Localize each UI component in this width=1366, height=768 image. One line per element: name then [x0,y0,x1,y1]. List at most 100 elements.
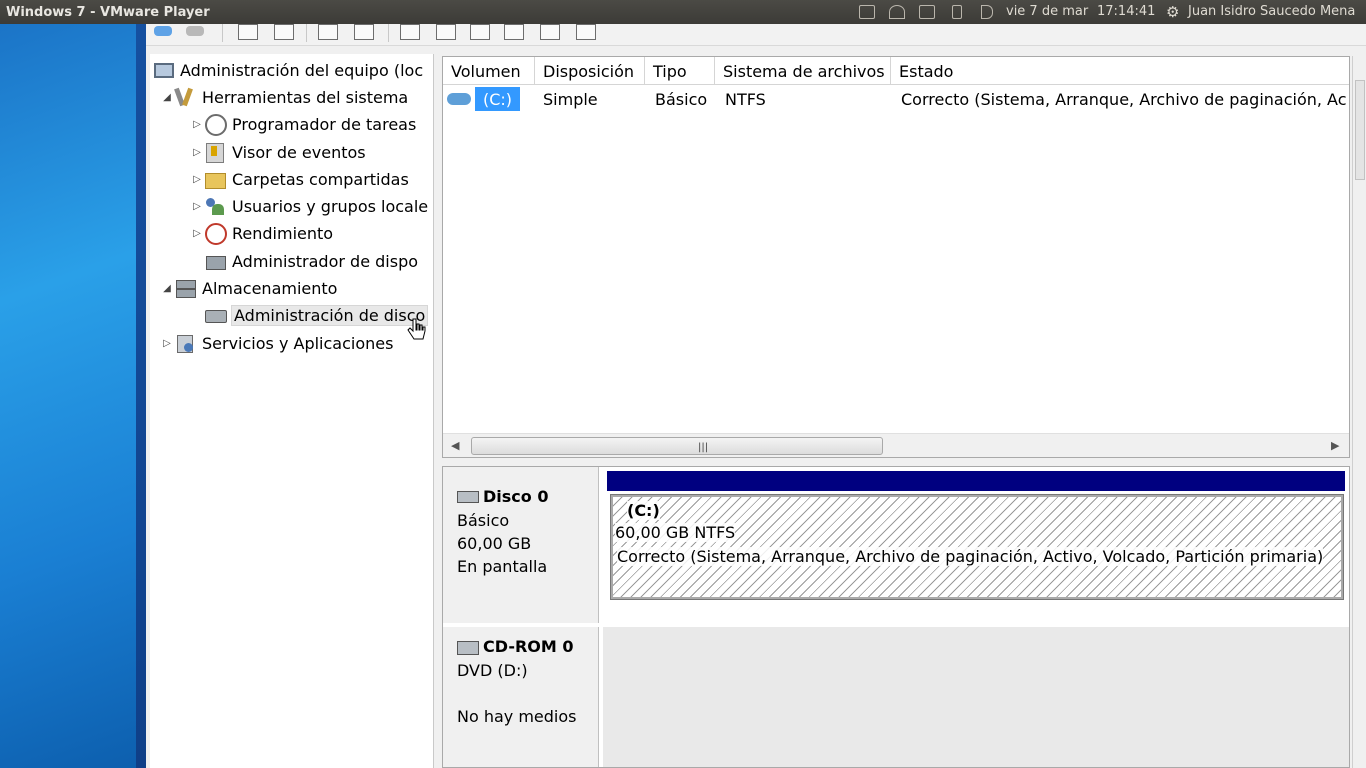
gear-icon[interactable]: ⚙ [1166,3,1179,21]
tools-icon [174,87,196,107]
column-header-filesystem[interactable]: Sistema de archivos [715,57,891,85]
cdrom-0-label[interactable]: CD-ROM 0 DVD (D:) No hay medios [443,627,599,767]
hand-cursor-icon [407,318,426,340]
help-icon[interactable] [316,24,338,40]
volume-list-header: Volumen Disposición Tipo Sistema de arch… [443,57,1349,85]
keyboard-icon[interactable] [852,0,882,24]
open-folder-icon[interactable] [502,24,524,40]
collapsed-arrow-icon[interactable]: ▷ [190,228,204,239]
host-top-panel: Windows 7 - VMware Player vie 7 de mar 1… [0,0,1366,24]
column-header-volume[interactable]: Volumen [443,57,535,85]
disk-0-label[interactable]: Disco 0 Básico 60,00 GB En pantalla [443,467,599,623]
properties-icon[interactable] [352,24,374,40]
scroll-right-icon[interactable]: ▶ [1331,439,1339,452]
layout-cell: Simple [543,89,598,109]
tree-item-event-viewer[interactable]: ▷ Visor de eventos [190,140,366,164]
horizontal-scrollbar[interactable]: ◀ ||| ▶ [443,433,1349,457]
partition-size-fs: 60,00 GB NTFS [615,523,736,542]
collapsed-arrow-icon[interactable]: ▷ [190,119,204,130]
settings-icon[interactable] [574,24,596,40]
partition-c[interactable]: (C:) 60,00 GB NTFS Correcto (Sistema, Ar… [610,494,1344,600]
type-cell: Básico [655,89,708,109]
clipboard-icon[interactable] [468,24,490,40]
tree-item-performance[interactable]: ▷ Rendimiento [190,221,333,245]
window-title: Windows 7 - VMware Player [6,4,210,20]
tree-item-label: Usuarios y grupos locale [232,196,429,216]
collapsed-arrow-icon[interactable]: ▷ [190,147,204,158]
volume-cell[interactable]: (C:) [447,85,535,113]
tree-item-label: Rendimiento [232,223,334,243]
clock-icon [204,114,227,136]
toolbar-separator [306,24,307,42]
services-icon [174,333,196,353]
computer-management-window: Administración del equipo (loc ◢ Herrami… [146,24,1366,768]
delete-icon[interactable] [434,24,456,40]
disk-name: Disco 0 [483,487,549,506]
device-manager-icon [204,251,226,271]
show-hide-tree-icon[interactable] [272,24,294,40]
disk-map: Disco 0 Básico 60,00 GB En pantalla (C:)… [442,466,1350,768]
guest-desktop [0,24,136,768]
expanded-arrow-icon[interactable]: ◢ [160,283,174,294]
tree-item-label: Servicios y Aplicaciones [202,333,394,353]
partition-label: (C:) [627,501,660,520]
table-row[interactable]: (C:) Simple Básico NTFS Correcto (Sistem… [443,85,1349,113]
disk-name: CD-ROM 0 [483,637,574,656]
scrollbar-thumb[interactable]: ||| [471,437,883,455]
tree-item-computer-management[interactable]: Administración del equipo (loc [152,58,423,82]
tree-item-label: Administrador de dispo [232,251,419,271]
event-viewer-icon [204,142,226,163]
status-cell: Correcto (Sistema, Arranque, Archivo de … [901,89,1347,109]
cdrom-0-area [603,627,1349,767]
disk-icon [204,305,227,325]
collapsed-arrow-icon[interactable]: ▷ [190,201,204,212]
refresh-icon[interactable] [398,24,420,40]
tree-item-shared-folders[interactable]: ▷ Carpetas compartidas [190,167,409,191]
navigation-tree: Administración del equipo (loc ◢ Herrami… [150,54,434,768]
user-name[interactable]: Juan Isidro Saucedo Mena [1188,4,1355,19]
tree-item-label: Herramientas del sistema [202,87,409,107]
scroll-left-icon[interactable]: ◀ [451,439,459,452]
volume-icon[interactable] [972,0,1002,24]
mail-icon[interactable] [912,0,942,24]
wifi-icon[interactable] [882,0,912,24]
indicator-tray [852,0,1002,24]
time-label[interactable]: 17:14:41 [1097,4,1155,19]
up-folder-icon[interactable] [236,24,258,40]
tree-item-system-tools[interactable]: ◢ Herramientas del sistema [160,85,408,109]
expanded-arrow-icon[interactable]: ◢ [160,92,174,103]
search-icon[interactable] [538,24,560,40]
users-icon [204,196,226,216]
tree-item-label: Carpetas compartidas [232,169,409,189]
storage-icon [174,278,196,298]
disk-type: DVD (D:) [457,661,528,680]
disk-state: No hay medios [457,707,577,726]
actions-pane-edge[interactable] [1352,56,1366,768]
toolbar-separator [222,24,223,42]
volume-icon [447,93,471,105]
disk-type: Básico [457,511,510,530]
forward-arrow-icon[interactable] [184,24,208,40]
partition-header-bar [607,471,1345,491]
disk-size: 60,00 GB [457,534,532,553]
tree-item-disk-management[interactable]: Administración de disco [190,303,429,327]
collapsed-arrow-icon[interactable]: ▷ [190,174,204,185]
column-header-layout[interactable]: Disposición [535,57,645,85]
tree-item-services-applications[interactable]: ▷ Servicios y Aplicaciones [160,331,393,355]
back-arrow-icon[interactable] [152,24,176,40]
tree-item-task-scheduler[interactable]: ▷ Programador de tareas [190,112,416,136]
column-header-type[interactable]: Tipo [645,57,715,85]
tree-item-device-manager[interactable]: Administrador de dispo [190,249,418,273]
battery-icon[interactable] [942,0,972,24]
volume-list: Volumen Disposición Tipo Sistema de arch… [442,56,1350,458]
tree-item-label: Almacenamiento [202,278,338,298]
volume-name: (C:) [475,87,521,111]
collapsed-arrow-icon[interactable]: ▷ [160,338,174,349]
hard-disk-icon [457,491,479,503]
tree-item-local-users[interactable]: ▷ Usuarios y grupos locale [190,194,428,218]
tree-item-label: Programador de tareas [232,114,417,134]
column-header-status[interactable]: Estado [891,57,1349,85]
filesystem-cell: NTFS [725,89,766,109]
date-label[interactable]: vie 7 de mar [1006,4,1088,19]
tree-item-storage[interactable]: ◢ Almacenamiento [160,276,337,300]
